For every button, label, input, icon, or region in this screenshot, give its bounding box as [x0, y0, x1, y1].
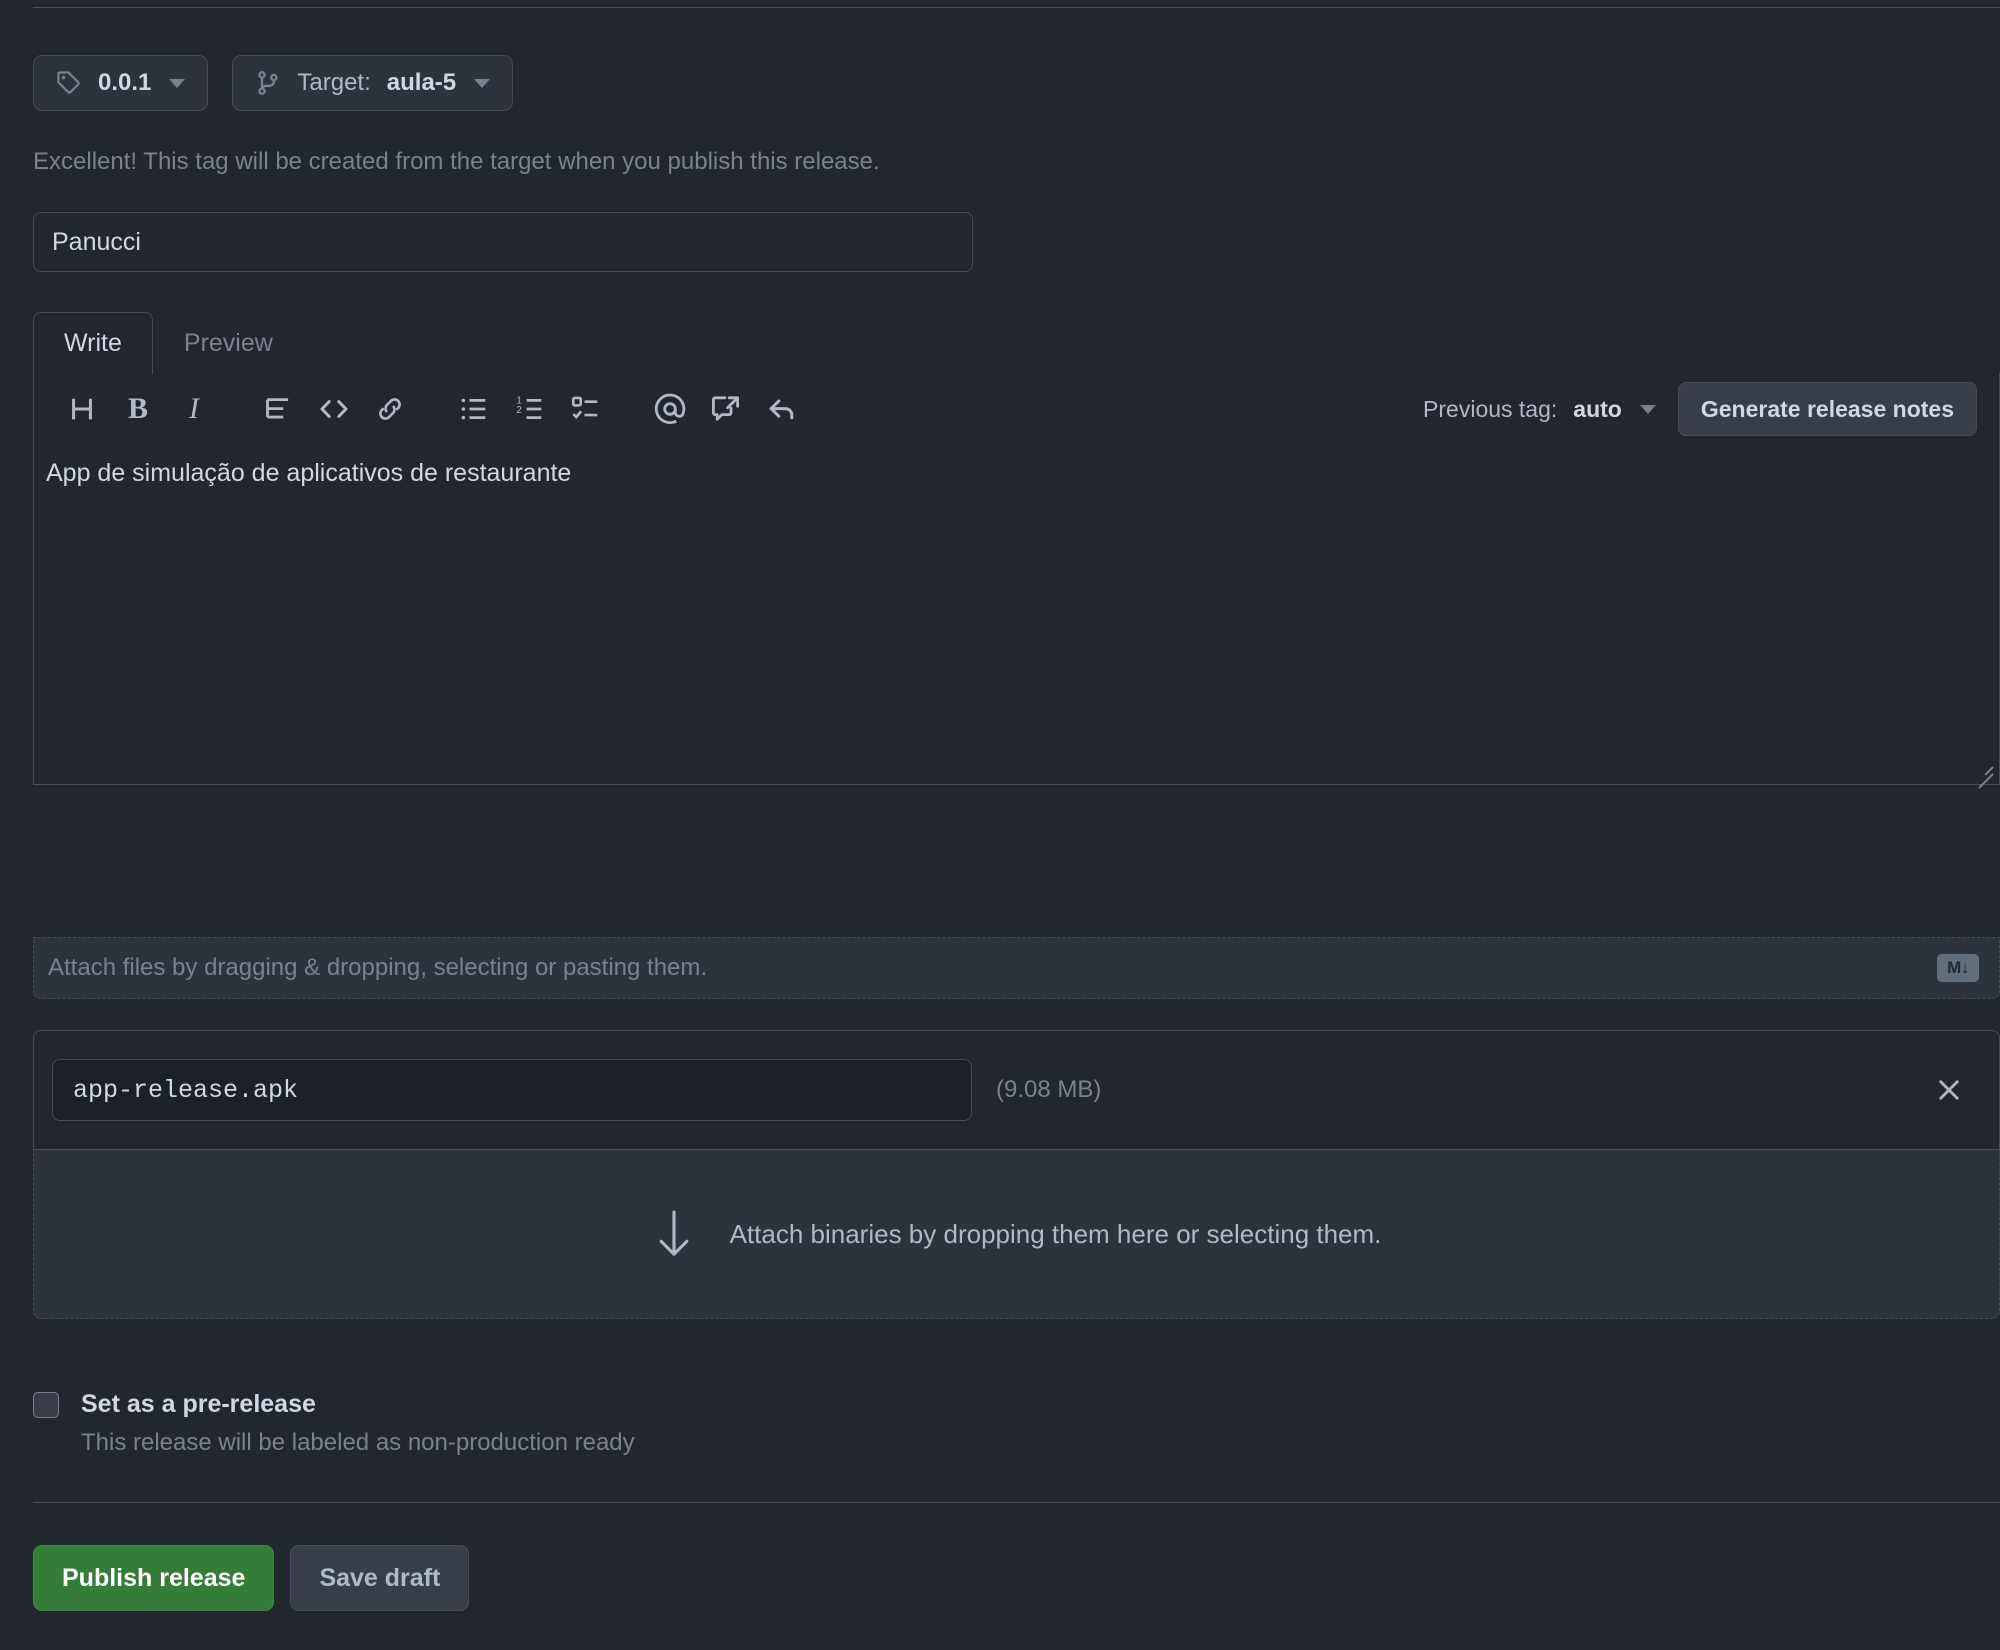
- quote-icon[interactable]: [250, 381, 306, 437]
- numbered-list-icon[interactable]: 1 2: [502, 381, 558, 437]
- form-actions: Publish release Save draft: [33, 1545, 470, 1611]
- release-body-text: App de simulação de aplicativos de resta…: [46, 459, 572, 487]
- previous-tag-selector[interactable]: Previous tag: auto: [1423, 396, 1656, 423]
- code-icon[interactable]: [306, 381, 362, 437]
- prerelease-sublabel: This release will be labeled as non-prod…: [81, 1429, 635, 1456]
- prerelease-section: Set as a pre-release This release will b…: [33, 1390, 635, 1457]
- asset-row: (9.08 MB): [33, 1030, 2000, 1150]
- target-branch-button[interactable]: Target: aula-5: [232, 55, 514, 111]
- save-draft-button[interactable]: Save draft: [290, 1545, 470, 1611]
- mention-icon[interactable]: [642, 381, 698, 437]
- task-list-icon[interactable]: [558, 381, 614, 437]
- binaries-dropzone[interactable]: Attach binaries by dropping them here or…: [33, 1150, 2000, 1319]
- remove-asset-button[interactable]: [1925, 1066, 1973, 1114]
- tab-write[interactable]: Write: [33, 312, 153, 375]
- italic-icon[interactable]: I: [166, 381, 222, 437]
- chevron-down-icon: [169, 78, 186, 88]
- tab-preview-label: Preview: [183, 329, 273, 357]
- tag-icon: [56, 70, 82, 96]
- publish-release-label: Publish release: [62, 1563, 246, 1592]
- top-divider: [33, 7, 2000, 8]
- download-arrow-icon: [652, 1206, 696, 1262]
- tag-value: 0.0.1: [98, 69, 152, 96]
- chevron-down-icon: [1639, 404, 1656, 414]
- release-body-area[interactable]: App de simulação de aplicativos de resta…: [34, 445, 1999, 789]
- tag-hint-text: Excellent! This tag will be created from…: [33, 148, 880, 175]
- prerelease-row: Set as a pre-release: [33, 1390, 635, 1419]
- asset-filename-input[interactable]: [52, 1059, 972, 1121]
- tab-preview[interactable]: Preview: [153, 312, 304, 374]
- generate-release-notes-button[interactable]: Generate release notes: [1677, 382, 1977, 436]
- markdown-editor: B I 1 2 Previous tag: auto Generate rele…: [33, 373, 2000, 789]
- release-form-page: 0.0.1 Target: aula-5 Excellent! This tag…: [0, 0, 2000, 1650]
- previous-tag-label: Previous tag:: [1423, 395, 1558, 422]
- markdown-icon: M↓: [1937, 954, 1979, 982]
- binaries-dropzone-text: Attach binaries by dropping them here or…: [729, 1218, 1382, 1249]
- textarea-resize-handle[interactable]: [1971, 757, 1994, 789]
- attach-files-text: Attach files by dragging & dropping, sel…: [48, 954, 708, 981]
- reference-icon[interactable]: [754, 381, 810, 437]
- heading-icon[interactable]: [54, 381, 110, 437]
- tab-write-label: Write: [64, 329, 122, 357]
- link-icon[interactable]: [362, 381, 418, 437]
- binaries-panel: (9.08 MB) Attach binaries by dropping th…: [33, 1030, 2000, 1319]
- target-branch-value: aula-5: [386, 69, 457, 96]
- markdown-toolbar: B I 1 2 Previous tag: auto Generate rele…: [34, 373, 1999, 445]
- bulleted-list-icon[interactable]: [446, 381, 502, 437]
- branch-icon: [255, 70, 281, 96]
- asset-size-label: (9.08 MB): [996, 1076, 1102, 1103]
- toolbar-icon-group: B I 1 2: [34, 381, 810, 437]
- saved-reply-icon[interactable]: [698, 381, 754, 437]
- generate-release-notes-label: Generate release notes: [1700, 395, 1954, 422]
- prerelease-label[interactable]: Set as a pre-release: [81, 1390, 316, 1419]
- bottom-divider: [33, 1502, 2000, 1503]
- tag-selector-button[interactable]: 0.0.1: [33, 55, 209, 111]
- attach-files-footer[interactable]: Attach files by dragging & dropping, sel…: [33, 937, 2000, 999]
- publish-release-button[interactable]: Publish release: [33, 1545, 275, 1611]
- previous-tag-value: auto: [1573, 395, 1622, 422]
- prerelease-checkbox[interactable]: [33, 1391, 59, 1418]
- save-draft-label: Save draft: [319, 1563, 441, 1592]
- bold-icon[interactable]: B: [110, 381, 166, 437]
- toolbar-right-group: Previous tag: auto Generate release note…: [1423, 382, 1999, 436]
- chevron-down-icon: [474, 78, 491, 88]
- tag-target-row: 0.0.1 Target: aula-5: [33, 55, 514, 111]
- release-title-input[interactable]: [33, 212, 973, 272]
- editor-tabs: Write Preview: [33, 312, 304, 375]
- target-label: Target:: [297, 69, 371, 96]
- svg-text:2: 2: [516, 405, 521, 416]
